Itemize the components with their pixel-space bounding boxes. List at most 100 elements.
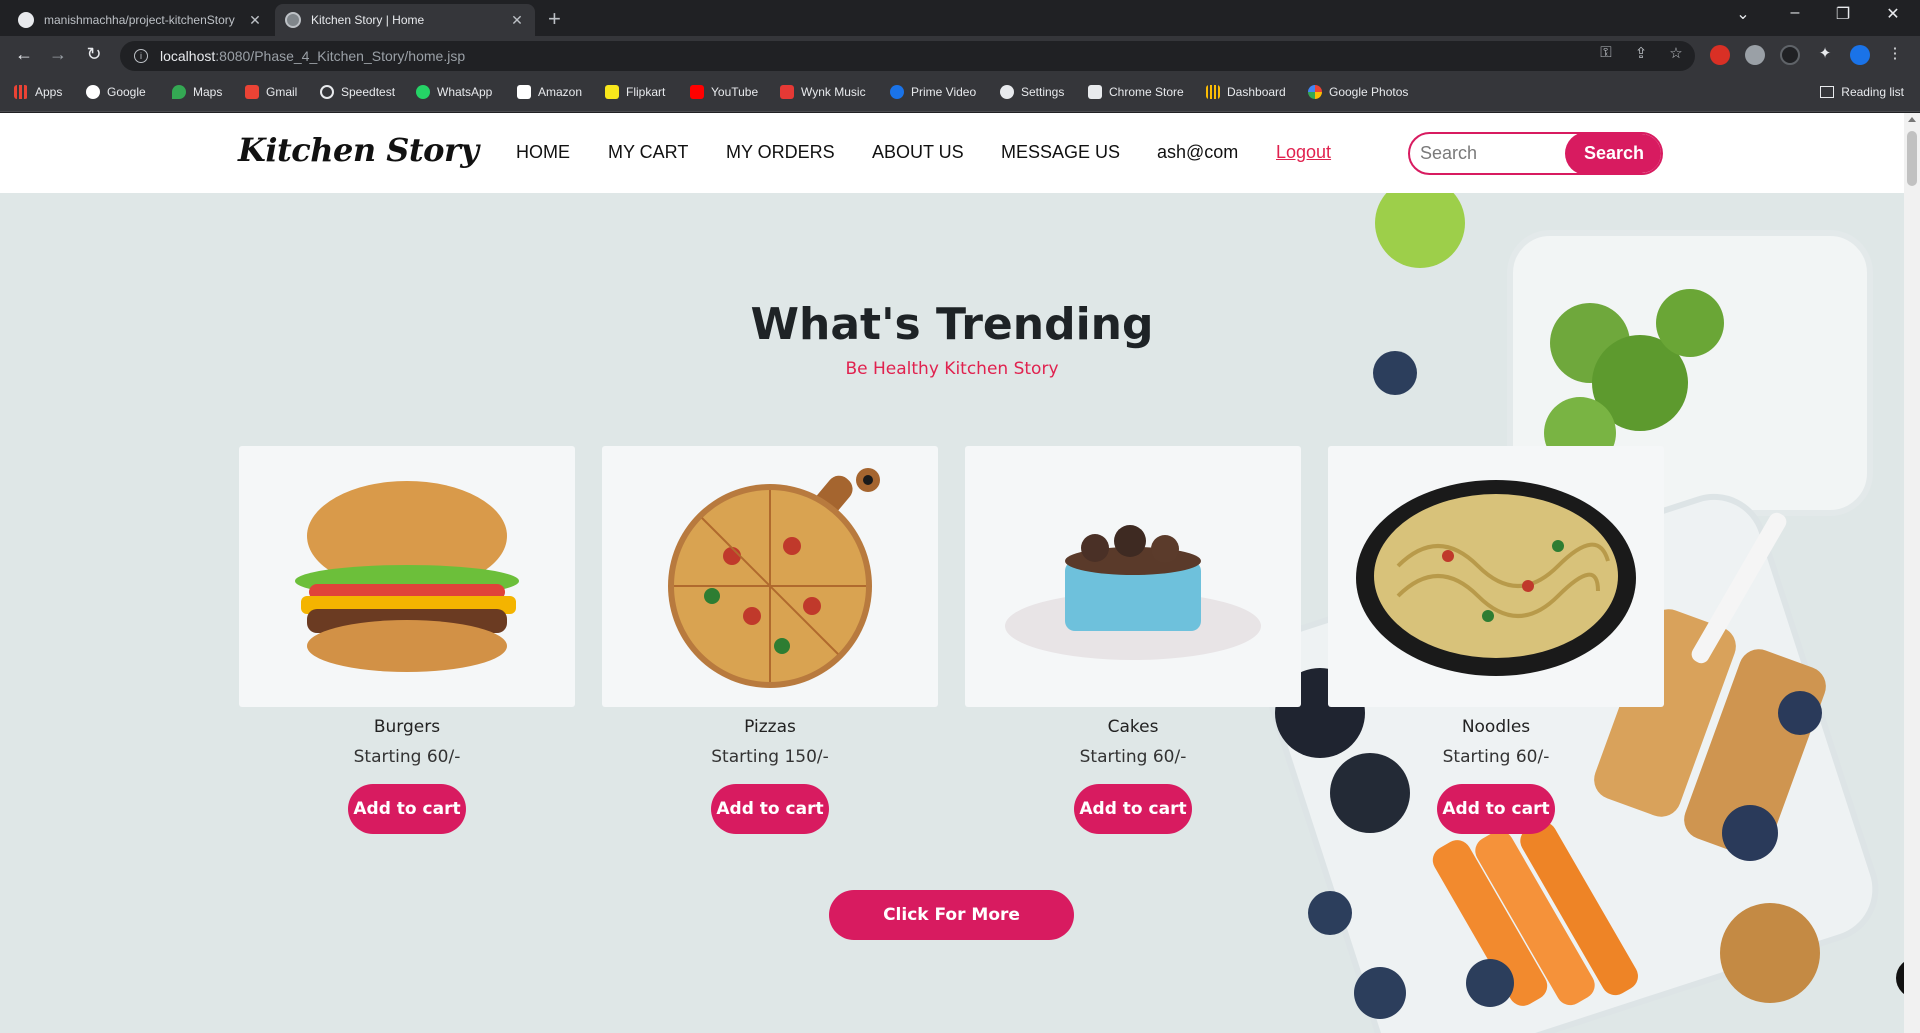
cake-image (965, 446, 1301, 707)
page-scrollbar[interactable] (1904, 113, 1920, 1033)
maps-pin-icon (172, 85, 186, 99)
extension-red-icon[interactable] (1710, 45, 1730, 65)
tab-github[interactable]: manishmachha/project-kitchenStory ✕ (8, 4, 273, 36)
extension-face-icon[interactable] (1745, 45, 1765, 65)
flipkart-icon (605, 85, 619, 99)
google-icon (86, 85, 100, 99)
add-to-cart-button[interactable]: Add to cart (1074, 784, 1192, 834)
tab-title: Kitchen Story | Home (311, 13, 425, 27)
browser-toolbar: ← → ↻ i localhost:8080/Phase_4_Kitchen_S… (0, 36, 1920, 76)
extension-dark-icon[interactable] (1780, 45, 1800, 65)
github-icon (18, 12, 34, 28)
bookmark-youtube[interactable]: YouTube (690, 85, 758, 99)
reading-list-label: Reading list (1841, 85, 1904, 99)
address-bar[interactable]: i localhost:8080/Phase_4_Kitchen_Story/h… (120, 41, 1695, 71)
nav-my-cart[interactable]: MY CART (608, 142, 688, 163)
bookmark-label: Speedtest (341, 85, 396, 99)
nav-about-us[interactable]: ABOUT US (872, 142, 964, 163)
product-price: Starting 60/- (353, 747, 461, 767)
bookmark-label: Apps (35, 85, 63, 99)
bookmark-whatsapp[interactable]: WhatsApp (416, 85, 492, 99)
scroll-up-icon[interactable] (1908, 117, 1916, 122)
reload-icon[interactable]: ↻ (82, 44, 106, 65)
search-form: Search (1408, 132, 1663, 175)
share-icon[interactable]: ⇪ (1630, 44, 1652, 62)
tab-search-icon[interactable]: ⌄ (1728, 4, 1758, 24)
add-to-cart-button[interactable]: Add to cart (1437, 784, 1555, 834)
site-info-icon[interactable]: i (134, 49, 148, 63)
bookmark-speedtest[interactable]: Speedtest (320, 85, 395, 99)
reading-list-icon (1820, 86, 1835, 98)
product-name: Pizzas (744, 717, 796, 737)
star-icon[interactable]: ☆ (1665, 44, 1687, 62)
bookmark-maps[interactable]: Maps (172, 85, 222, 99)
bookmark-gmail[interactable]: Gmail (245, 85, 297, 99)
nav-message-us[interactable]: MESSAGE US (1001, 142, 1120, 163)
scrollbar-thumb[interactable] (1907, 131, 1917, 186)
product-price: Starting 60/- (1442, 747, 1550, 767)
google-photos-icon (1308, 85, 1322, 99)
nav-logout[interactable]: Logout (1276, 142, 1331, 163)
bookmark-flipkart[interactable]: Flipkart (605, 85, 665, 99)
bookmark-label: YouTube (711, 85, 759, 99)
product-card-noodles: Noodles Starting 60/- Add to cart (1328, 446, 1664, 834)
search-button[interactable]: Search (1565, 134, 1661, 173)
nav-user-email[interactable]: ash@com (1157, 142, 1238, 163)
extensions-puzzle-icon[interactable]: ✦ (1814, 44, 1836, 62)
nav-my-orders[interactable]: MY ORDERS (726, 142, 835, 163)
bookmark-dashboard[interactable]: Dashboard (1206, 85, 1286, 99)
close-tab-icon[interactable]: ✕ (509, 12, 525, 29)
page-viewport: Kitchen Story HOME MY CART MY ORDERS ABO… (0, 113, 1904, 1033)
product-card-burgers: Burgers Starting 60/- Add to cart (239, 446, 575, 834)
bookmark-label: Chrome Store (1109, 85, 1184, 99)
amazon-icon (517, 85, 531, 99)
page-subtitle: Be Healthy Kitchen Story (845, 359, 1059, 379)
add-to-cart-button[interactable]: Add to cart (348, 784, 466, 834)
bookmark-label: Gmail (266, 85, 298, 99)
product-card-cakes: Cakes Starting 60/- Add to cart (965, 446, 1301, 834)
minimize-icon[interactable]: – (1780, 4, 1810, 22)
burger-image (239, 446, 575, 707)
gmail-icon (245, 85, 259, 99)
bookmark-settings[interactable]: Settings (1000, 85, 1064, 99)
bookmark-amazon[interactable]: Amazon (517, 85, 582, 99)
close-tab-icon[interactable]: ✕ (247, 12, 263, 29)
bookmark-chrome-store[interactable]: Chrome Store (1088, 85, 1184, 99)
new-tab-icon[interactable]: + (548, 6, 561, 32)
tab-kitchen-story[interactable]: Kitchen Story | Home ✕ (275, 4, 535, 36)
site-header: Kitchen Story HOME MY CART MY ORDERS ABO… (0, 113, 1904, 193)
bookmark-label: Wynk Music (801, 85, 866, 99)
bookmark-wynk[interactable]: Wynk Music (780, 85, 866, 99)
product-name: Cakes (1107, 717, 1159, 737)
reading-list[interactable]: Reading list (1820, 85, 1904, 99)
bookmark-prime-video[interactable]: Prime Video (890, 85, 976, 99)
globe-icon (285, 12, 301, 28)
key-icon[interactable]: ⚿ (1595, 44, 1617, 61)
profile-avatar-icon[interactable] (1850, 45, 1870, 65)
forward-icon[interactable]: → (46, 44, 70, 65)
bookmark-google[interactable]: Google (86, 85, 146, 99)
restore-icon[interactable]: ❐ (1828, 4, 1858, 24)
close-window-icon[interactable]: ✕ (1878, 4, 1908, 24)
back-icon[interactable]: ← (12, 44, 36, 65)
cake-icon (1005, 525, 1261, 660)
nav-home[interactable]: HOME (516, 142, 570, 163)
url-path: :8080/Phase_4_Kitchen_Story/home.jsp (215, 48, 466, 64)
pizza-image (602, 446, 938, 707)
menu-kebab-icon[interactable]: ⋮ (1884, 44, 1906, 62)
youtube-icon (690, 85, 704, 99)
bookmarks-bar: Apps Google Maps Gmail Speedtest WhatsAp… (0, 76, 1920, 112)
bookmark-apps[interactable]: Apps (14, 85, 62, 99)
search-input[interactable] (1410, 134, 1570, 173)
bookmark-label: Google (107, 85, 146, 99)
speedtest-icon (320, 85, 334, 99)
bookmark-label: WhatsApp (437, 85, 493, 99)
bookmark-label: Dashboard (1227, 85, 1286, 99)
site-logo[interactable]: Kitchen Story (238, 131, 479, 169)
add-to-cart-button[interactable]: Add to cart (711, 784, 829, 834)
burger-icon (295, 481, 519, 672)
prime-video-icon (890, 85, 904, 99)
product-name: Noodles (1461, 717, 1531, 737)
bookmark-google-photos[interactable]: Google Photos (1308, 85, 1408, 99)
click-for-more-button[interactable]: Click For More (829, 890, 1074, 940)
